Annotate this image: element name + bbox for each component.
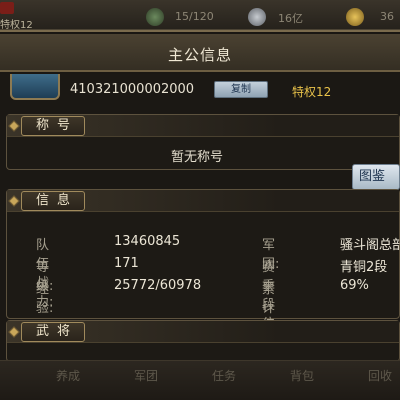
stamina-icon — [146, 8, 164, 26]
generals-section-header: 武将 — [7, 321, 399, 343]
panel-header: 主公信息 — [0, 34, 400, 72]
diamond-icon — [8, 195, 20, 207]
no-title-text: 暂无称号 — [170, 150, 223, 165]
level-value: 171 — [114, 256, 139, 271]
nav-item-bag[interactable]: 背包 — [290, 367, 314, 384]
vip-tag[interactable]: 特权12 — [0, 2, 33, 31]
gold-icon — [346, 8, 364, 26]
gold-value: 36 — [380, 10, 394, 23]
legion-value[interactable]: 骚斗阁总部 — [340, 234, 400, 253]
power-value: 13460845 — [114, 234, 181, 249]
vip-icon — [0, 2, 14, 14]
top-status-bar: 特权12 15/120 16亿 36 — [0, 0, 400, 31]
nav-item-recycle[interactable]: 回收 — [368, 367, 392, 384]
generals-section-label: 武将 — [21, 322, 85, 342]
lord-info-panel: 主公信息 410321000002000 复制 特权12 称号 暂无称号 图鉴 … — [0, 30, 400, 362]
player-avatar[interactable] — [10, 74, 60, 100]
info-section-label: 信息 — [21, 191, 85, 211]
nav-item-tasks[interactable]: 任务 — [212, 367, 236, 384]
diamond-icon — [8, 120, 20, 132]
silver-icon — [248, 8, 266, 26]
nav-item-develop[interactable]: 养成 — [56, 367, 80, 384]
diamond-icon — [8, 326, 20, 338]
rank-value: 青铜2段 — [340, 260, 388, 275]
exp-value: 25772/60978 — [114, 278, 202, 293]
title-section-header: 称号 — [7, 115, 399, 137]
nav-item-legion[interactable]: 军团 — [134, 367, 158, 384]
info-section-header: 信息 — [7, 190, 399, 212]
panel-body[interactable]: 410321000002000 复制 特权12 称号 暂无称号 图鉴 信息 队伍… — [0, 74, 400, 362]
player-id: 410321000002000 — [70, 82, 195, 97]
copy-id-button[interactable]: 复制 — [214, 81, 268, 98]
title-section: 称号 暂无称号 — [6, 114, 400, 170]
stamina-value: 15/120 — [175, 10, 214, 23]
bottom-nav: 养成 军团 任务 背包 回收 — [0, 360, 400, 400]
winrate-value: 69% — [340, 278, 369, 293]
panel-title: 主公信息 — [167, 46, 232, 64]
gallery-button[interactable]: 图鉴 — [352, 164, 400, 190]
silver-value: 16亿 — [278, 12, 303, 25]
exp-label: 经 验: — [36, 282, 76, 316]
title-section-label: 称号 — [21, 116, 85, 136]
generals-section: 武将 — [6, 320, 400, 362]
privilege-level: 特权12 — [292, 85, 332, 99]
